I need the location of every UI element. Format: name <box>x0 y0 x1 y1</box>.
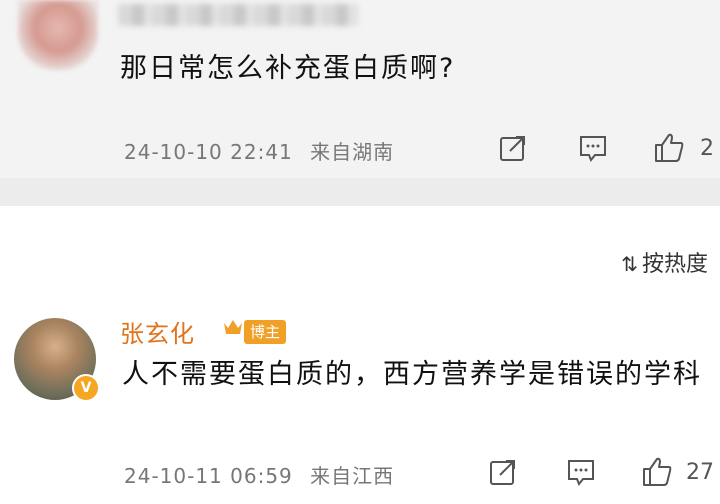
username-blurred[interactable] <box>118 4 358 26</box>
comment-icon[interactable] <box>578 133 608 163</box>
comment-1: 那日常怎么补充蛋白质啊? 24-10-10 22:41 来自湖南 2 <box>0 0 720 178</box>
sort-icon: ⇅ <box>621 252 638 276</box>
comment-text: 那日常怎么补充蛋白质啊? <box>120 53 456 84</box>
comment-text: 人不需要蛋白质的，西方营养学是错误的学科 <box>122 359 702 390</box>
comment-meta: 24-10-11 06:59 来自江西 <box>124 460 394 489</box>
crown-icon <box>224 320 242 334</box>
share-icon[interactable] <box>498 133 528 163</box>
like-count: 2 <box>700 136 714 161</box>
timestamp: 24-10-11 06:59 <box>124 464 293 488</box>
author-name[interactable]: 张玄化 <box>120 314 195 349</box>
verified-icon: V <box>72 374 100 402</box>
sort-button[interactable]: ⇅ 按热度 <box>621 246 708 278</box>
like-icon[interactable] <box>652 131 686 165</box>
timestamp: 24-10-10 22:41 <box>124 140 293 164</box>
divider <box>0 178 720 206</box>
comment-2: ⇅ 按热度 V 张玄化 博主 人不需要蛋白质的，西方营养学是错误的学科 24-10… <box>0 206 720 504</box>
like-icon[interactable] <box>640 455 674 489</box>
share-icon[interactable] <box>488 457 518 487</box>
like-count: 27 <box>686 460 714 485</box>
sort-label: 按热度 <box>641 252 708 277</box>
location: 来自江西 <box>310 464 395 488</box>
comment-icon[interactable] <box>566 457 596 487</box>
comment-meta: 24-10-10 22:41 来自湖南 <box>124 136 394 165</box>
location: 来自湖南 <box>310 140 395 164</box>
blogger-badge: 博主 <box>244 320 287 344</box>
avatar[interactable] <box>18 0 98 70</box>
